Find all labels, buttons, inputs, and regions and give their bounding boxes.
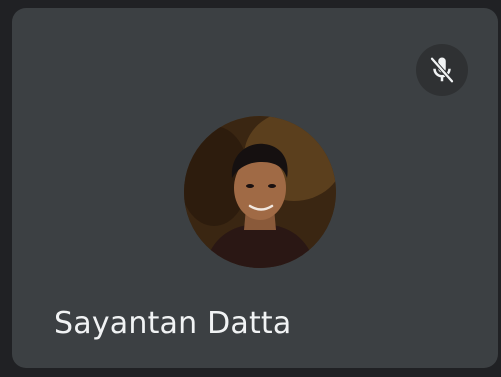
mic-status-badge — [416, 44, 468, 96]
mic-off-icon — [430, 56, 454, 84]
participant-avatar — [184, 116, 336, 268]
participant-photo — [184, 116, 336, 268]
participant-tile[interactable]: Sayantan Datta — [12, 8, 498, 368]
video-call-frame: Sayantan Datta — [0, 0, 501, 377]
participant-name: Sayantan Datta — [54, 306, 292, 341]
